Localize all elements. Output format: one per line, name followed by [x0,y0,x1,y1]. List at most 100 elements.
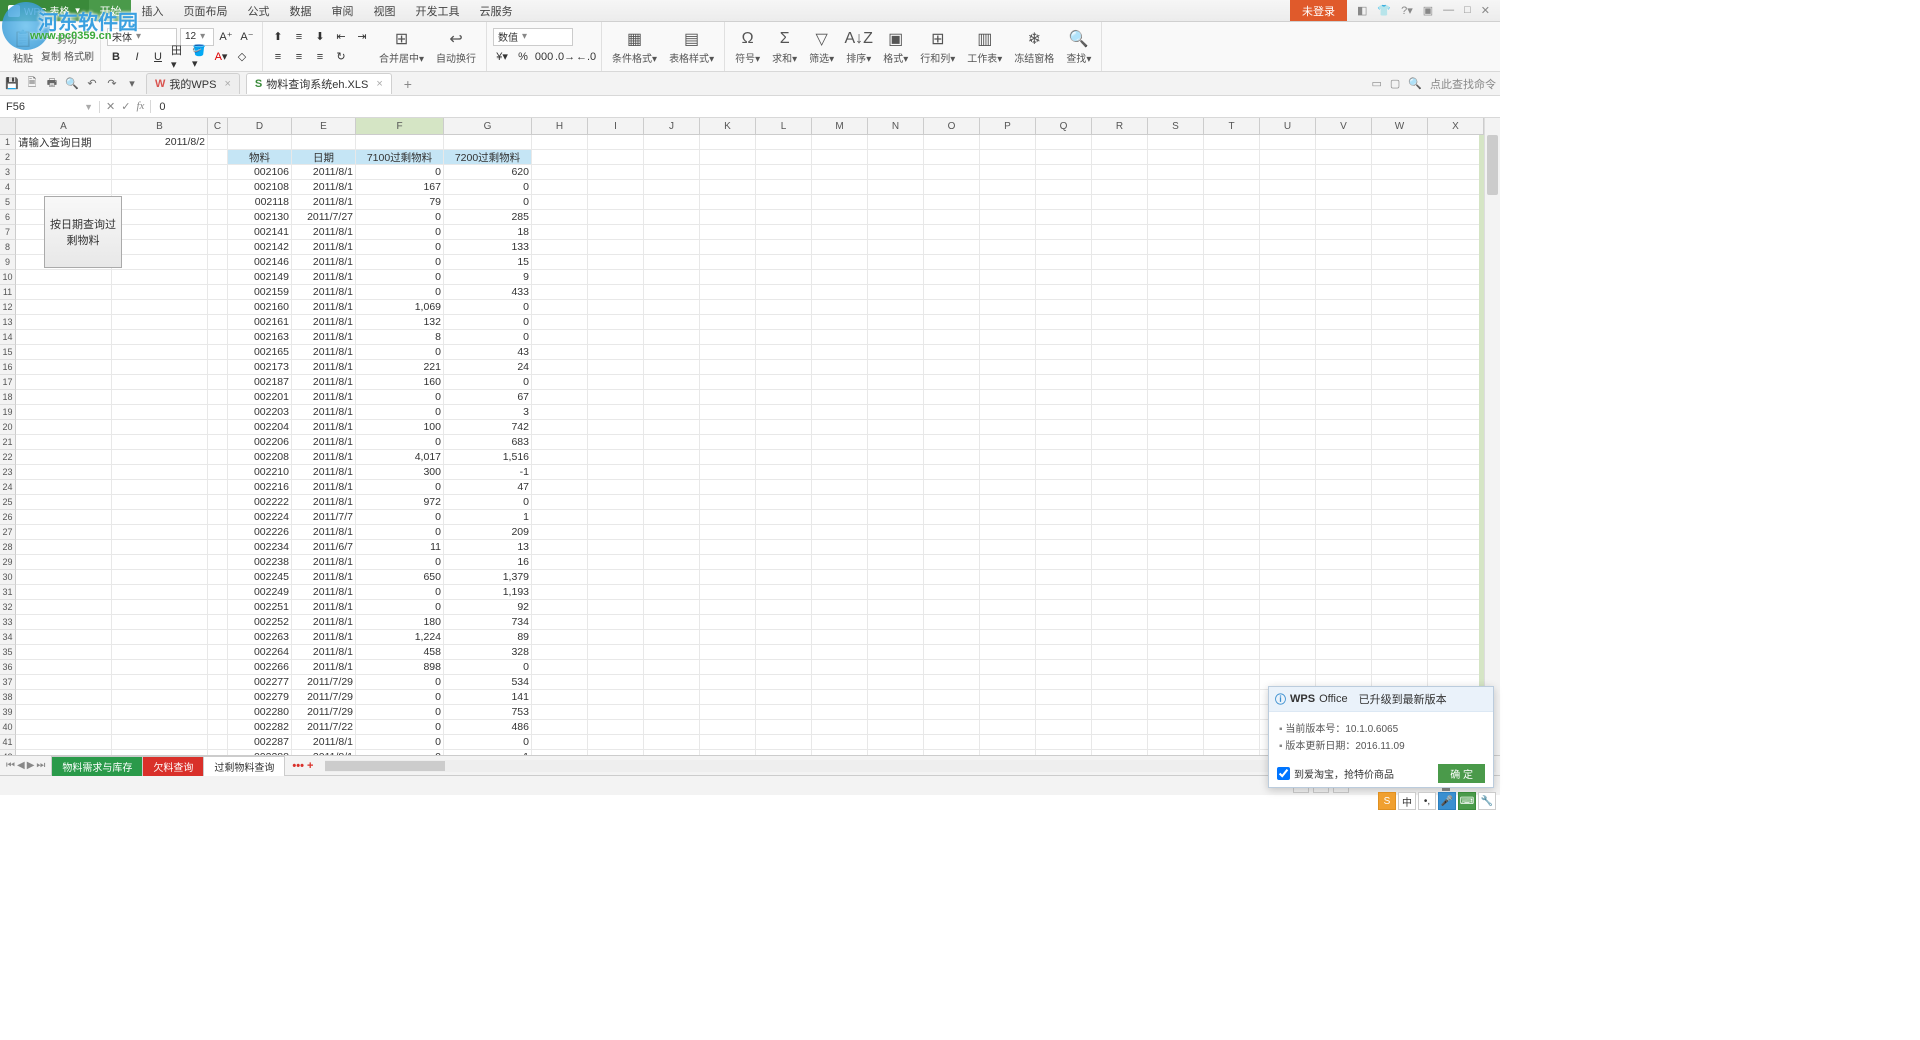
cell[interactable] [208,480,228,495]
cell[interactable] [588,300,644,315]
cell[interactable] [756,690,812,705]
cell[interactable] [756,300,812,315]
cell[interactable] [980,630,1036,645]
align-center-button[interactable]: ≡ [290,48,308,66]
cell[interactable] [868,510,924,525]
cell[interactable] [1092,165,1148,180]
cell[interactable] [208,630,228,645]
cell[interactable] [644,525,700,540]
cell[interactable] [1204,570,1260,585]
row-header[interactable]: 40 [0,720,16,735]
cell[interactable] [1428,495,1484,510]
cell[interactable] [208,705,228,720]
cell[interactable] [1036,735,1092,750]
cell[interactable] [532,510,588,525]
cell[interactable] [588,675,644,690]
clear-format-button[interactable]: ◇ [233,48,251,66]
cell[interactable] [812,195,868,210]
cell[interactable]: 209 [444,525,532,540]
cell[interactable] [1428,435,1484,450]
cell[interactable] [1372,555,1428,570]
cell[interactable] [208,450,228,465]
col-header-G[interactable]: G [444,118,532,134]
cell[interactable] [868,555,924,570]
cell[interactable] [1204,585,1260,600]
col-header-W[interactable]: W [1372,118,1428,134]
cell[interactable] [588,135,644,150]
cell[interactable] [812,645,868,660]
cell[interactable] [588,555,644,570]
cell[interactable] [16,390,112,405]
cell[interactable]: 534 [444,675,532,690]
cell[interactable] [588,540,644,555]
row-header[interactable]: 35 [0,645,16,660]
cell[interactable] [1204,555,1260,570]
cell[interactable] [644,345,700,360]
cell[interactable] [924,360,980,375]
cell[interactable] [532,465,588,480]
cell[interactable] [532,210,588,225]
cell[interactable] [868,630,924,645]
cell[interactable] [112,375,208,390]
cell[interactable] [532,285,588,300]
cell[interactable] [700,315,756,330]
cell[interactable] [868,345,924,360]
cell[interactable]: 002108 [228,180,292,195]
cell[interactable]: 0 [356,750,444,755]
cell[interactable] [1316,585,1372,600]
cell[interactable] [644,225,700,240]
cell[interactable] [1372,435,1428,450]
cell[interactable] [924,375,980,390]
cell[interactable] [924,330,980,345]
cell[interactable] [1204,675,1260,690]
cell[interactable] [16,735,112,750]
cell[interactable] [756,420,812,435]
cell[interactable] [868,600,924,615]
row-header[interactable]: 18 [0,390,16,405]
cell[interactable] [644,330,700,345]
cell[interactable] [868,480,924,495]
row-header[interactable]: 9 [0,255,16,270]
bold-button[interactable]: B [107,48,125,66]
cell[interactable] [812,525,868,540]
cell[interactable] [1428,570,1484,585]
cell[interactable] [868,750,924,755]
cell[interactable] [16,180,112,195]
cell[interactable] [112,360,208,375]
cell[interactable]: 1,516 [444,450,532,465]
cell[interactable]: 7200过剩物料 [444,150,532,165]
cell[interactable] [812,390,868,405]
find-button[interactable]: 🔍查找▾ [1062,27,1095,67]
cell[interactable] [1372,585,1428,600]
cell[interactable] [1036,750,1092,755]
cell[interactable] [1428,390,1484,405]
cell[interactable]: 002249 [228,585,292,600]
cell[interactable] [16,600,112,615]
cell[interactable] [980,525,1036,540]
cell[interactable] [1092,255,1148,270]
cell[interactable] [700,525,756,540]
cell[interactable] [1372,345,1428,360]
cell[interactable] [1204,315,1260,330]
cell[interactable] [700,465,756,480]
cell[interactable] [16,450,112,465]
cell[interactable] [1092,480,1148,495]
cell[interactable] [1204,225,1260,240]
cell[interactable]: 2011/8/1 [292,240,356,255]
cell[interactable] [1372,165,1428,180]
cell[interactable]: 002163 [228,330,292,345]
cell[interactable] [1092,660,1148,675]
cell[interactable] [924,720,980,735]
cell[interactable]: 002238 [228,555,292,570]
cell[interactable] [1092,735,1148,750]
cell[interactable] [532,270,588,285]
cell[interactable] [756,630,812,645]
cell[interactable] [588,180,644,195]
menu-7[interactable]: 开发工具 [405,0,469,21]
cell[interactable] [644,420,700,435]
cell[interactable] [588,525,644,540]
cell[interactable] [700,720,756,735]
cell[interactable] [1148,180,1204,195]
cell[interactable] [980,600,1036,615]
cell[interactable] [1428,450,1484,465]
